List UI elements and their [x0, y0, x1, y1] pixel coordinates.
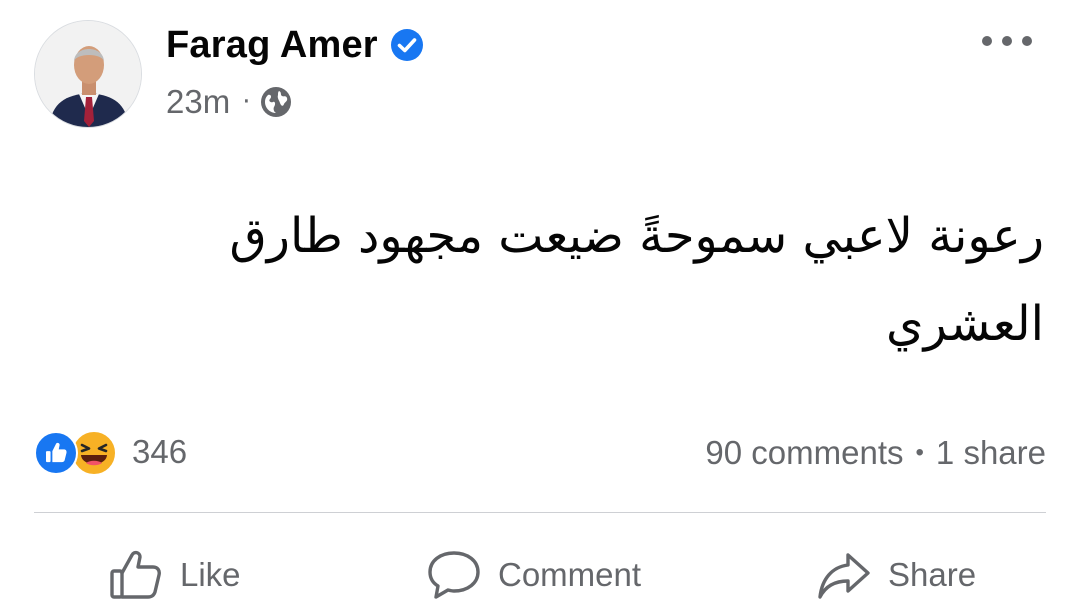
more-dot-icon	[982, 36, 992, 46]
post-meta: 23m ·	[166, 82, 292, 122]
more-dot-icon	[1002, 36, 1012, 46]
avatar-image	[35, 21, 141, 127]
verified-badge-icon	[390, 29, 423, 61]
divider	[34, 512, 1046, 513]
share-arrow-icon	[818, 553, 870, 599]
reaction-count: 346	[132, 433, 188, 470]
post-body: رعونة لاعبي سموحةً ضيعت مجهود طارق العشر…	[54, 192, 1044, 368]
post-text-line: رعونة لاعبي سموحةً ضيعت مجهود طارق	[229, 208, 1044, 264]
author-avatar[interactable]	[34, 20, 142, 128]
like-label: Like	[180, 556, 241, 593]
comment-button[interactable]: Comment	[426, 540, 641, 610]
post-stats: 90 comments • 1 share	[705, 430, 1046, 476]
like-button[interactable]: Like	[108, 540, 241, 610]
reaction-icons	[34, 429, 124, 476]
reactions-summary[interactable]: 346	[34, 428, 187, 476]
more-options-button[interactable]	[982, 26, 1032, 56]
more-dot-icon	[1022, 36, 1032, 46]
post-header: Farag Amer 23m ·	[0, 0, 1080, 140]
author-name[interactable]: Farag Amer	[166, 24, 378, 67]
author-row: Farag Amer	[166, 22, 424, 68]
post-timestamp[interactable]: 23m	[166, 83, 230, 121]
meta-separator: ·	[242, 87, 251, 117]
share-label: Share	[888, 556, 977, 593]
thumbs-up-icon	[110, 550, 161, 599]
post-text-line: العشري	[886, 296, 1044, 352]
comment-label: Comment	[498, 556, 642, 593]
globe-icon[interactable]	[260, 86, 292, 118]
like-reaction-icon	[34, 431, 78, 475]
action-bar: Like Comment Share	[0, 540, 1080, 610]
shares-count-link[interactable]: 1 share	[936, 434, 1046, 472]
stats-separator: •	[915, 439, 924, 466]
share-button[interactable]: Share	[816, 540, 976, 610]
comment-bubble-icon	[428, 551, 480, 599]
comments-count-link[interactable]: 90 comments	[705, 434, 903, 472]
